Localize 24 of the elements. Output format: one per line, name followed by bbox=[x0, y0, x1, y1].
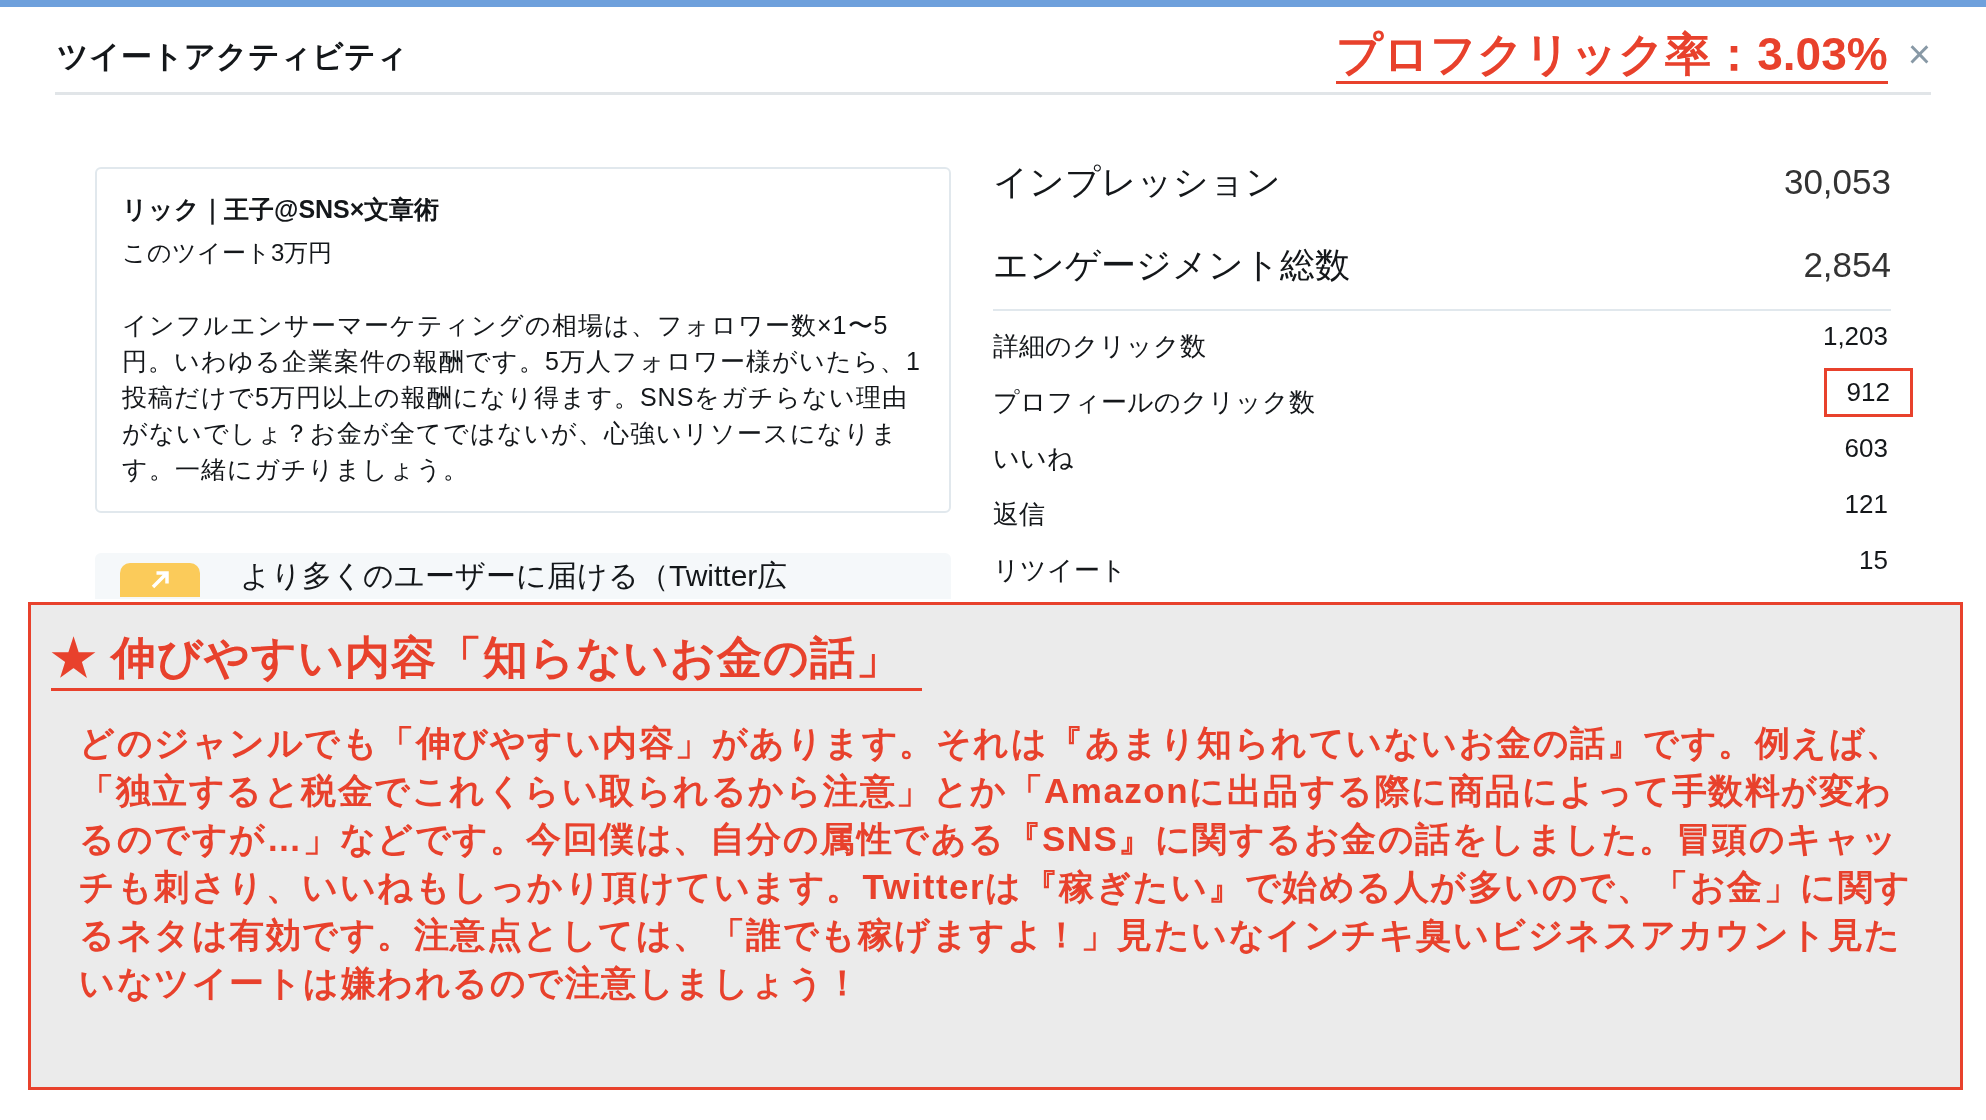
panel-title: ツイートアクティビティ bbox=[57, 37, 408, 76]
stat-value: 15 bbox=[1858, 544, 1889, 577]
stat-value: 2,854 bbox=[1803, 244, 1891, 287]
tweet-text: インフルエンサーマーケティングの相場は、フォロワー数×1〜5円。いわゆる企業案件の報酬です。5万人フォロワー様がいたら、1投稿だけで5万円以上の報酬になり得ます。SNSをガチらない理由がないでしょ？お金が全てではないが、心強いリソースになります。一緒にガチりましょう。 bbox=[122, 309, 922, 485]
tweet-author: リック｜王子@SNS×文章術 bbox=[122, 194, 441, 227]
stat-label: いいね bbox=[993, 442, 1075, 475]
note-title: ★ 伸びやすい内容「知らないお金の話」 bbox=[51, 629, 922, 691]
tweet-subtitle: このツイート3万円 bbox=[122, 237, 334, 268]
annotation-text: プロフクリック率：3.03% bbox=[1336, 28, 1888, 84]
stat-label: リツイート bbox=[993, 554, 1128, 587]
stat-value: 30,053 bbox=[1783, 161, 1891, 204]
stat-label: 詳細のクリック数 bbox=[993, 330, 1207, 363]
promo-text: より多くのユーザーに届ける（Twitter広 bbox=[240, 558, 788, 593]
stat-label: インプレッション bbox=[993, 161, 1282, 204]
stat-label: エンゲージメント総数 bbox=[993, 244, 1351, 287]
stat-label: プロフィールのクリック数 bbox=[993, 386, 1316, 419]
stat-label: 返信 bbox=[993, 498, 1046, 531]
stat-value: 603 bbox=[1843, 432, 1889, 465]
stat-value: 1,203 bbox=[1821, 320, 1889, 353]
note-text: どのジャンルでも「伸びやすい内容」があります。それは『あまり知られていないお金の話』です。例えば、「独立すると税金でこれくらい取られるから注意」とか「Amazonに出品する際に商品によって手数料が変わるのですが…」などです。今回僕は、自分の属性である『SNS』に関するお金の話をしました。冒頭のキャッチも刺さり、いいねもしっかり頂けています。Twitterは『稼ぎたい』で始める人が多いので、「お金」に関するネタは有効です。注意点としては、「誰でも稼げますよ！」見たいなインチキ臭いビジネスアカウント見たいなツイートは嫌われるので注意しましょう！ bbox=[78, 721, 1913, 1005]
stat-value: 912 bbox=[1823, 368, 1913, 417]
promo-card[interactable]: より多くのユーザーに届ける（Twitter広 bbox=[95, 552, 952, 599]
stat-value: 121 bbox=[1843, 488, 1889, 521]
arrow-icon bbox=[120, 562, 200, 597]
